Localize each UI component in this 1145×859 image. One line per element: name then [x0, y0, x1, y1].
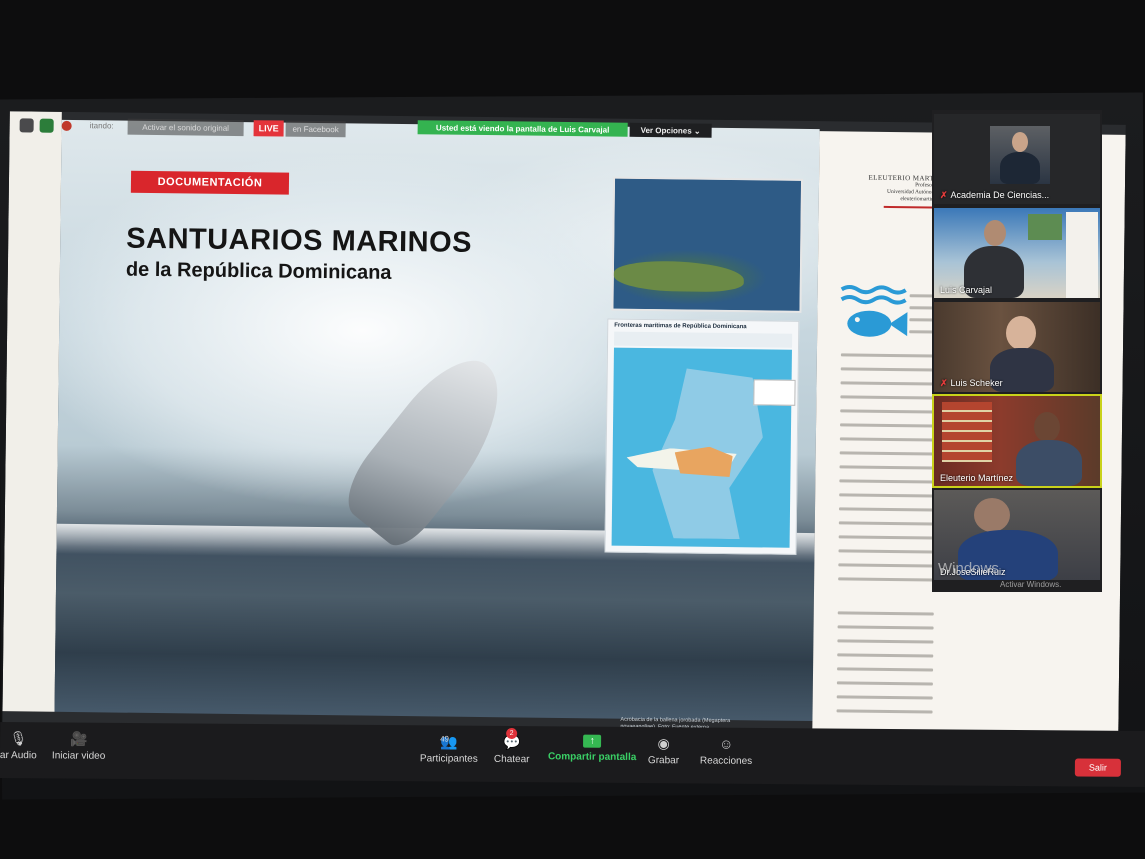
chat-button[interactable]: 💬 2 Chatear: [493, 727, 530, 766]
share-screen-icon: ↑: [583, 734, 602, 748]
map-inset: [753, 379, 796, 406]
record-indicator-icon: [61, 120, 72, 131]
microphone-muted-icon: 🎙: [9, 730, 28, 747]
reactions-label: Reacciones: [699, 755, 753, 767]
participants-label: Participantes: [419, 753, 478, 765]
mic-muted-icon: ✗: [940, 378, 948, 388]
chat-label: Chatear: [493, 753, 530, 766]
slide-left-margin: [2, 111, 62, 712]
leave-meeting-button[interactable]: Salir: [1074, 758, 1121, 777]
map-sea: [611, 347, 796, 548]
island-shape: [613, 260, 745, 293]
article-preview: [1066, 212, 1098, 298]
audio-label: ar Audio: [0, 750, 37, 762]
share-screen-button[interactable]: ↑ Compartir pantalla: [548, 734, 637, 763]
map-legend: [614, 331, 793, 348]
participants-icon: 👥 49: [420, 733, 478, 749]
meeting-toolbar: 🎙 ar Audio 🎥 Iniciar video 👥 49 Participa…: [0, 722, 1145, 787]
reactions-icon: ☺: [718, 735, 734, 752]
windows-activation-subtext: Activar Windows.: [1000, 580, 1062, 589]
fish-icon: [840, 284, 908, 337]
app-icon[interactable]: [19, 118, 34, 133]
record-button[interactable]: ◉ Grabar: [648, 735, 679, 766]
video-tile[interactable]: ✗ Luis Scheker: [934, 302, 1100, 392]
participant-name: Luis Scheker: [950, 378, 1003, 388]
video-tile[interactable]: Luis Carvajal: [934, 208, 1100, 298]
slide-subtitle: de la República Dominicana: [125, 258, 392, 284]
documentation-badge: DOCUMENTACIÓN: [130, 170, 290, 195]
video-label: Iniciar video: [51, 750, 106, 762]
video-off-icon: 🎥: [69, 730, 88, 747]
chat-icon: 💬 2: [494, 727, 530, 750]
partial-status-label: itando:: [89, 121, 114, 131]
bookshelf: [942, 402, 992, 462]
participant-name: Academia De Ciencias...: [950, 190, 1050, 200]
viewing-screen-banner: Usted está viendo la pantalla de Luis Ca…: [417, 120, 628, 137]
security-icon[interactable]: [39, 118, 54, 133]
chat-unread-badge: 2: [506, 727, 518, 740]
reactions-button[interactable]: ☺ Reacciones: [699, 735, 753, 767]
maritime-boundaries-map: Fronteras marítimas de República Dominic…: [604, 318, 800, 555]
live-badge: LIVE: [253, 120, 284, 137]
participant-video: [990, 126, 1050, 184]
participants-count: 49: [440, 734, 450, 744]
view-options-dropdown[interactable]: Ver Opciones ⌄: [629, 122, 712, 138]
original-sound-button[interactable]: Activar el sonido original: [127, 118, 244, 137]
share-screen-label: Compartir pantalla: [547, 751, 637, 763]
slide-preview: [1028, 214, 1062, 240]
facebook-live-label[interactable]: en Facebook: [285, 120, 346, 138]
slide-title: SANTUARIOS MARINOS: [126, 222, 473, 259]
video-tile[interactable]: ✗ Academia De Ciencias...: [934, 114, 1100, 204]
satellite-map: [611, 176, 804, 313]
record-icon: ◉: [657, 735, 670, 752]
mic-muted-icon: ✗: [940, 190, 948, 200]
start-video-button[interactable]: 🎥 Iniciar video: [51, 730, 106, 762]
record-label: Grabar: [647, 755, 680, 767]
windows-activation-watermark: Windows: [938, 560, 999, 577]
participant-name: Luis Carvajal: [940, 285, 993, 295]
participant-gallery: ✗ Academia De Ciencias... Luis Carvajal ✗…: [932, 110, 1102, 592]
participant-name: Eleuterio Martínez: [940, 473, 1014, 483]
map-title: Fronteras marítimas de República Dominic…: [614, 322, 747, 331]
participants-button[interactable]: 👥 49 Participantes: [420, 733, 478, 764]
audio-button[interactable]: 🎙 ar Audio: [0, 730, 37, 761]
video-tile-active-speaker[interactable]: Eleuterio Martínez: [932, 394, 1102, 488]
